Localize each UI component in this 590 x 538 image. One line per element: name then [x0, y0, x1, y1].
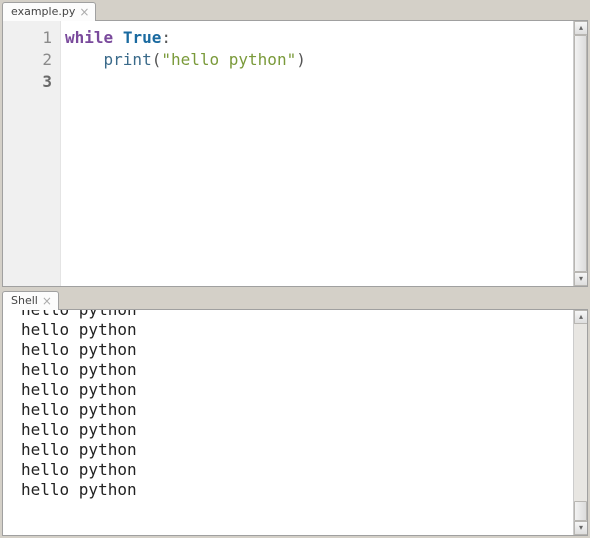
- function-name: print: [104, 50, 152, 69]
- editor-tab-row: example.py ×: [0, 0, 590, 20]
- shell-body: hello pythonhello pythonhello pythonhell…: [2, 309, 588, 536]
- close-icon[interactable]: ×: [42, 296, 52, 306]
- scroll-track[interactable]: [574, 324, 587, 521]
- close-icon[interactable]: ×: [79, 7, 89, 17]
- scroll-up-icon[interactable]: ▴: [574, 310, 588, 324]
- paren-open: (: [152, 50, 162, 69]
- bool-literal: True: [123, 28, 162, 47]
- colon: :: [161, 28, 171, 47]
- shell-output-line: hello python: [21, 420, 569, 440]
- shell-output[interactable]: hello pythonhello pythonhello pythonhell…: [3, 310, 573, 535]
- shell-output-line: hello python: [21, 340, 569, 360]
- editor-scrollbar[interactable]: ▴ ▾: [573, 21, 587, 286]
- editor-panel: example.py × 1 2 3 while True: print("he…: [0, 0, 590, 289]
- code-line: print("hello python"): [65, 49, 569, 71]
- shell-tab-label: Shell: [11, 294, 38, 308]
- shell-scrollbar[interactable]: ▴ ▾: [573, 310, 587, 535]
- scroll-down-icon[interactable]: ▾: [574, 521, 588, 535]
- shell-output-line: hello python: [21, 380, 569, 400]
- editor-body: 1 2 3 while True: print("hello python") …: [2, 20, 588, 287]
- shell-output-line: hello python: [21, 400, 569, 420]
- keyword: while: [65, 28, 113, 47]
- line-number-current: 3: [3, 71, 52, 93]
- code-editor[interactable]: while True: print("hello python"): [61, 21, 573, 286]
- shell-output-line: hello python: [21, 460, 569, 480]
- scroll-track[interactable]: [574, 35, 587, 272]
- paren-close: ): [296, 50, 306, 69]
- string-literal: "hello python": [161, 50, 296, 69]
- shell-panel: Shell × hello pythonhello pythonhello py…: [0, 289, 590, 538]
- editor-tab-label: example.py: [11, 5, 75, 19]
- scroll-thumb[interactable]: [574, 501, 587, 521]
- shell-tab[interactable]: Shell ×: [2, 291, 59, 310]
- scroll-up-icon[interactable]: ▴: [574, 21, 588, 35]
- editor-gutter: 1 2 3: [3, 21, 61, 286]
- shell-output-line: hello python: [21, 320, 569, 340]
- line-number: 1: [3, 27, 52, 49]
- shell-tab-row: Shell ×: [0, 289, 590, 309]
- line-number: 2: [3, 49, 52, 71]
- code-line: while True:: [65, 27, 569, 49]
- scroll-thumb[interactable]: [574, 35, 587, 272]
- shell-output-line: hello python: [21, 480, 569, 500]
- shell-output-line: hello python: [21, 310, 569, 320]
- scroll-down-icon[interactable]: ▾: [574, 272, 588, 286]
- shell-output-line: hello python: [21, 440, 569, 460]
- shell-output-line: hello python: [21, 360, 569, 380]
- editor-tab[interactable]: example.py ×: [2, 2, 96, 21]
